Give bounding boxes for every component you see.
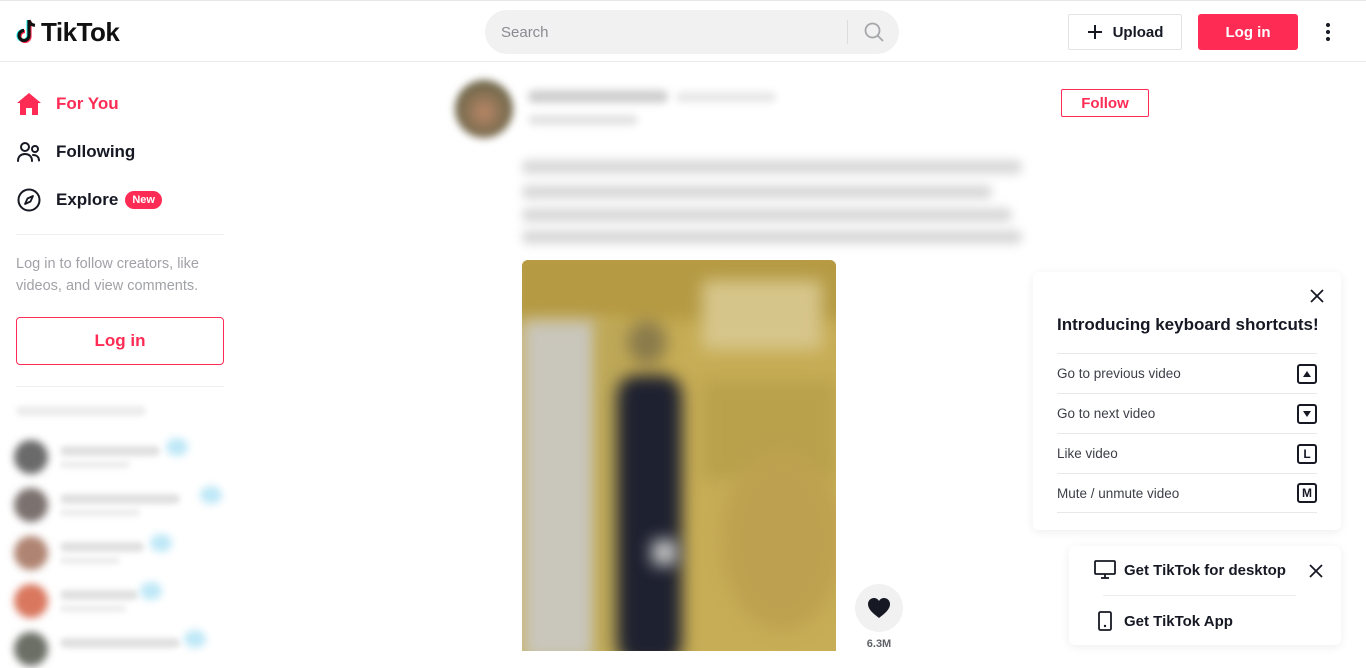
verified-icon [140, 582, 162, 600]
sidebar-item-explore[interactable]: Explore New [16, 182, 162, 218]
shortcut-row: Go to previous video [1057, 353, 1317, 393]
avatar [14, 440, 48, 474]
video-player[interactable] [522, 260, 836, 651]
close-icon [1309, 564, 1323, 578]
shortcut-row: Like video L [1057, 433, 1317, 473]
tiktok-logo[interactable]: TikTok [16, 17, 120, 47]
keyboard-shortcuts-panel: Introducing keyboard shortcuts! Go to pr… [1033, 272, 1341, 530]
video-frame-region [652, 540, 677, 565]
post-caption-line [522, 208, 1012, 222]
post-caption-line [522, 160, 1022, 174]
sidebar: For You Following Explore New Log in to … [0, 62, 240, 666]
get-app-link[interactable]: Get TikTok App [1094, 606, 1233, 636]
account-name [60, 494, 180, 504]
tiktok-note-icon [16, 19, 36, 44]
get-app-panel: Get TikTok for desktop Get TikTok App [1069, 546, 1341, 645]
video-frame-region [722, 450, 836, 630]
shortcut-row: Go to next video [1057, 393, 1317, 433]
header-login-button[interactable]: Log in [1198, 14, 1298, 50]
compass-icon [16, 187, 48, 213]
video-frame-region [522, 320, 597, 651]
upload-button[interactable]: Upload [1068, 14, 1182, 50]
shortcut-key-l: L [1297, 443, 1317, 464]
get-app-label: Get TikTok App [1124, 612, 1233, 630]
shortcut-label: Go to previous video [1057, 366, 1181, 381]
users-icon [16, 140, 48, 164]
nav-label: Explore [56, 190, 119, 209]
shortcut-label: Like video [1057, 446, 1118, 461]
follow-button[interactable]: Follow [1061, 89, 1149, 117]
suggested-account[interactable] [14, 580, 234, 620]
account-subtitle [60, 461, 130, 468]
new-badge: New [125, 191, 162, 209]
post-author-nickname [676, 92, 776, 102]
avatar [14, 584, 48, 618]
shortcut-key-m: M [1297, 483, 1317, 503]
avatar [14, 536, 48, 570]
top-header: TikTok Upload Log in [0, 0, 1366, 62]
video-frame-region [617, 375, 682, 651]
heart-icon [868, 598, 890, 618]
verified-icon [166, 438, 188, 456]
close-icon [1310, 289, 1324, 303]
sidebar-item-for-you[interactable]: For You [16, 86, 119, 122]
post-caption-line [522, 185, 992, 199]
login-hint-text: Log in to follow creators, like videos, … [16, 256, 199, 294]
home-icon [16, 92, 48, 116]
post-caption-line [522, 230, 1022, 244]
account-subtitle [60, 557, 120, 564]
video-frame-region [702, 280, 822, 350]
sidebar-login-button[interactable]: Log in [16, 317, 224, 365]
arrow-down-key-icon [1297, 403, 1317, 424]
nav-label: For You [56, 94, 119, 113]
search-button[interactable] [848, 10, 899, 54]
post-author-name[interactable] [528, 90, 668, 103]
account-name [60, 446, 160, 456]
sidebar-divider [16, 234, 224, 235]
search-input[interactable] [485, 10, 847, 54]
account-subtitle [60, 605, 126, 612]
shortcuts-title: Introducing keyboard shortcuts! [1057, 315, 1319, 334]
close-shortcuts-button[interactable] [1307, 286, 1327, 306]
shortcut-label: Mute / unmute video [1057, 485, 1180, 501]
account-name [60, 542, 144, 552]
verified-icon [184, 630, 206, 648]
get-desktop-link[interactable]: Get TikTok for desktop [1094, 555, 1286, 585]
post-date [528, 115, 638, 125]
avatar [14, 632, 48, 666]
like-button[interactable] [855, 584, 903, 632]
suggested-account[interactable] [14, 532, 234, 572]
shortcut-label: Go to next video [1057, 406, 1156, 421]
verified-icon [150, 534, 172, 552]
search-bar [485, 10, 899, 54]
upload-label: Upload [1112, 23, 1164, 41]
sidebar-divider [16, 386, 224, 387]
account-name [60, 590, 138, 600]
account-subtitle [60, 509, 140, 516]
more-vertical-icon [1326, 23, 1330, 41]
suggested-account[interactable] [14, 436, 234, 476]
logo-text: TikTok [41, 17, 120, 47]
avatar [14, 488, 48, 522]
suggested-account[interactable] [14, 484, 234, 524]
like-count: 6.3M [866, 638, 892, 650]
post-author-avatar[interactable] [455, 80, 513, 138]
arrow-up-key-icon [1297, 363, 1317, 384]
shortcut-row: Mute / unmute video M [1057, 473, 1317, 513]
mobile-phone-icon [1098, 611, 1112, 631]
desktop-icon [1094, 560, 1116, 579]
video-frame-region [627, 320, 667, 365]
verified-icon [200, 486, 222, 504]
sidebar-item-following[interactable]: Following [16, 134, 135, 170]
search-icon [864, 22, 883, 42]
close-get-app-button[interactable] [1306, 561, 1326, 581]
more-options-button[interactable] [1316, 19, 1340, 45]
get-app-divider [1103, 595, 1296, 596]
suggested-accounts-title [16, 406, 146, 416]
get-desktop-label: Get TikTok for desktop [1124, 561, 1286, 579]
nav-label: Following [56, 142, 136, 161]
plus-icon [1087, 25, 1102, 39]
account-name [60, 638, 180, 648]
suggested-account[interactable] [14, 628, 234, 668]
